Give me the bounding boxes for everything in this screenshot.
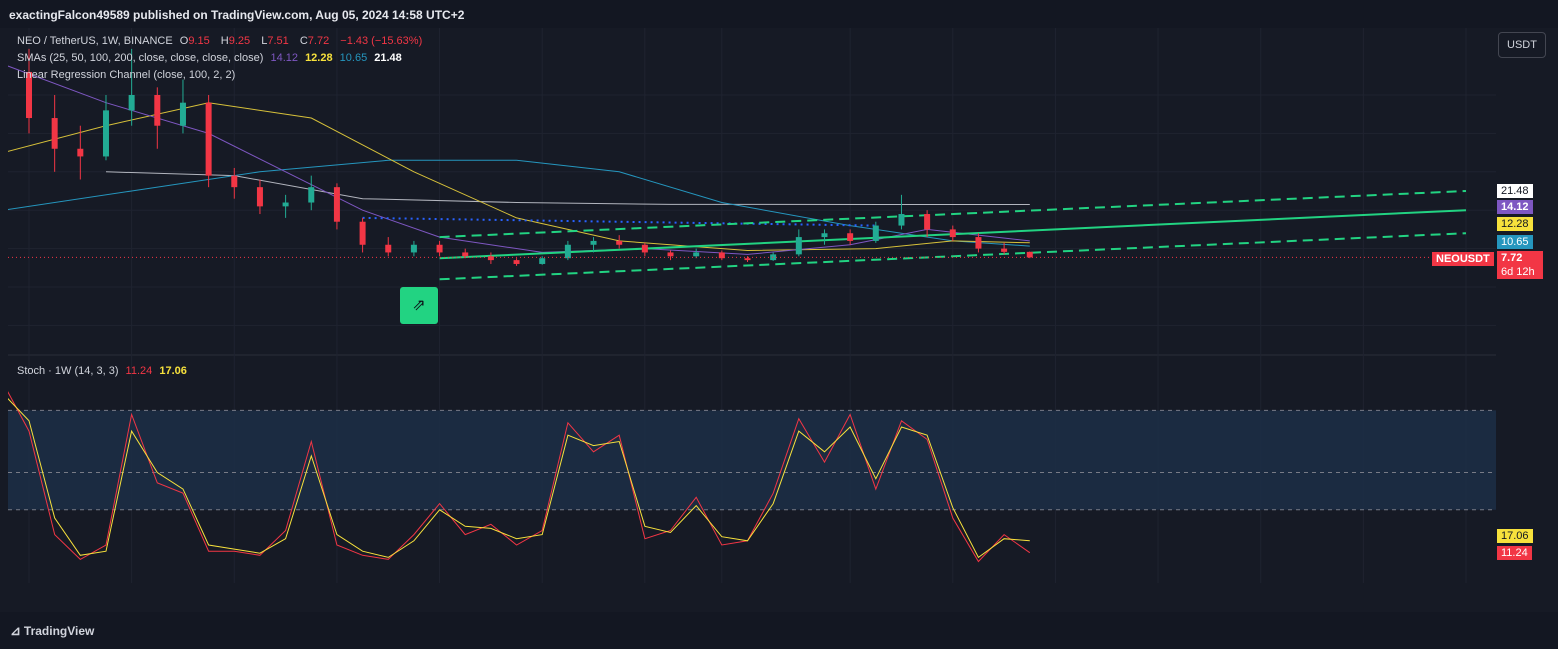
legend-high-label: H: [220, 35, 229, 47]
candle-body: [256, 187, 263, 207]
lrc-legend-label: Linear Regression Channel (close, 100, 2…: [17, 69, 236, 81]
candle-body: [128, 95, 135, 111]
candle-body: [667, 252, 674, 257]
candle-body: [641, 244, 648, 253]
legend-high: 9.25: [228, 35, 251, 47]
candle-body: [847, 233, 854, 241]
price-legend: NEO / TetherUS, 1W, BINANCE O9.15 H9.25 …: [17, 35, 426, 47]
sma50-tag: 12.28: [1497, 217, 1533, 231]
brand-name: TradingView: [23, 624, 95, 638]
candle-body: [949, 229, 956, 238]
legend-symbol: NEO / TetherUS, 1W, BINANCE: [17, 35, 173, 47]
candle-body: [1026, 251, 1033, 258]
legend-close: 7.72: [307, 35, 330, 47]
last-price: 7.72: [1501, 252, 1523, 264]
chart-area[interactable]: 50.0040.0030.000.00−10.00100.0080.0060.0…: [8, 28, 1496, 590]
sma200-value: 21.48: [374, 52, 402, 64]
candle-body: [795, 237, 802, 255]
candle-body: [359, 221, 366, 245]
candle-body: [77, 148, 84, 157]
stoch-band: [8, 410, 1496, 510]
candle-body: [744, 258, 751, 261]
candle-body: [513, 260, 520, 264]
stoch-k-tag: 11.24: [1497, 546, 1532, 560]
lrc-legend: Linear Regression Channel (close, 100, 2…: [17, 69, 239, 81]
candle-body: [564, 244, 571, 259]
tradingview-logo-icon: ⊿: [10, 623, 21, 638]
candle-body: [410, 244, 417, 253]
candle-body: [102, 110, 109, 157]
countdown: 6d 12h: [1501, 266, 1535, 278]
candle-body: [693, 252, 700, 257]
candle-body: [282, 202, 289, 207]
stoch-k-value: 11.24: [125, 365, 153, 377]
candle-body: [205, 102, 212, 176]
candle-body: [872, 225, 879, 241]
candle-body: [385, 244, 392, 253]
candle-body: [616, 240, 623, 245]
candle-body: [436, 244, 443, 253]
candle-body: [898, 214, 905, 226]
candle-body: [539, 258, 546, 264]
legend-change: −1.43 (−15.63%): [340, 35, 423, 47]
sma200-tag: 21.48: [1497, 184, 1533, 198]
stoch-d-tag: 17.06: [1497, 529, 1533, 543]
candle-body: [462, 252, 469, 257]
sma25-value: 14.12: [270, 52, 298, 64]
candle-body: [154, 95, 161, 126]
candle-body: [308, 187, 315, 203]
candle-body: [821, 233, 828, 238]
tradingview-logo[interactable]: ⊿ TradingView: [10, 623, 94, 639]
sma100-tag: 10.65: [1497, 235, 1533, 249]
top-bar: exactingFalcon49589 published on Trading…: [0, 0, 1558, 28]
candle-body: [333, 187, 340, 222]
sma-legend: SMAs (25, 50, 100, 200, close, close, cl…: [17, 52, 406, 64]
legend-close-label: C: [299, 35, 308, 47]
published-info: exactingFalcon49589 published on Trading…: [9, 8, 465, 22]
last-price-tag: 7.72 6d 12h: [1497, 251, 1543, 279]
candle-body: [179, 102, 186, 126]
candle-body: [924, 214, 931, 230]
chart-svg[interactable]: 50.0040.0030.000.00−10.00100.0080.0060.0…: [8, 28, 1496, 590]
arrow-marker-icon[interactable]: ⇗: [400, 287, 438, 324]
stoch-d-value: 17.06: [159, 365, 187, 377]
stoch-legend-label: Stoch · 1W (14, 3, 3): [17, 365, 119, 377]
symbol-tag: NEOUSDT: [1432, 252, 1494, 266]
sma50-value: 12.28: [305, 52, 333, 64]
legend-low: 7.51: [267, 35, 289, 47]
sma100-value: 10.65: [339, 52, 368, 64]
candle-body: [51, 118, 58, 149]
candle-body: [231, 175, 238, 188]
bottom-bar: [0, 612, 1558, 649]
sma-legend-label: SMAs (25, 50, 100, 200, close, close, cl…: [17, 52, 264, 64]
candle-body: [770, 254, 777, 261]
candle-body: [718, 252, 725, 259]
candle-body: [975, 237, 982, 249]
currency-button[interactable]: USDT: [1498, 32, 1546, 58]
stoch-legend: Stoch · 1W (14, 3, 3) 11.24 17.06: [17, 365, 191, 377]
sma25-tag: 14.12: [1497, 200, 1533, 214]
legend-open: 9.15: [188, 35, 210, 47]
candle-body: [1001, 248, 1008, 252]
candle-body: [590, 240, 597, 245]
